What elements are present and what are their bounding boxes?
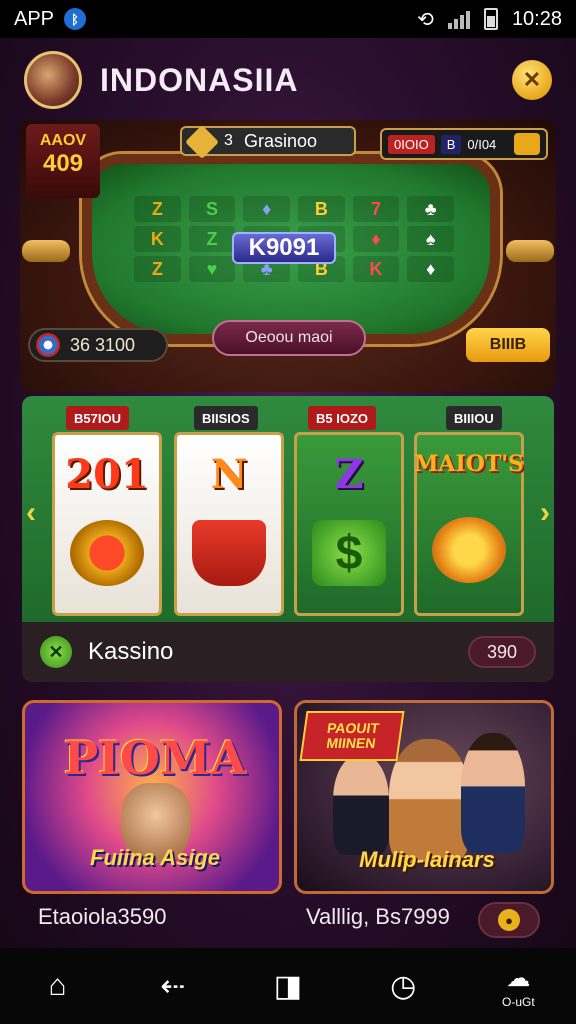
promo-subtitle: Fuiina Asige — [90, 845, 220, 870]
slot-tag: B57IOU — [66, 406, 129, 430]
status-left: APP ᛒ — [14, 7, 87, 31]
cube-icon: ◨ — [273, 969, 303, 1003]
table-symbol: ♦ — [407, 256, 454, 282]
promo-caption-right: Valllig, Bs7999 — [306, 904, 450, 929]
slot-tag: B5 IOZO — [308, 406, 377, 430]
status-right: ⟲ 10:28 — [417, 7, 562, 32]
table-symbol: ♣ — [407, 196, 454, 222]
table-symbol: ♦ — [352, 226, 400, 252]
slot-reel[interactable]: N — [174, 432, 284, 616]
app-header: INDONASIIA ✕ — [0, 38, 576, 122]
promo-action-button[interactable]: ● — [478, 902, 540, 938]
promo-caption-left: Etaoiola3590 — [38, 904, 167, 929]
table-symbol: ♥ — [188, 256, 236, 282]
table-symbol: Z — [134, 256, 181, 282]
slot-reel-title: 201 — [65, 451, 149, 498]
share-icon: ⇠ — [160, 969, 186, 1003]
bottom-navigation: ⌂ ⇠ ◨ ◷ ☁ O-uGt — [0, 948, 576, 1024]
bowl-icon — [192, 520, 266, 586]
person-image — [333, 755, 389, 855]
camera-icon[interactable] — [514, 133, 540, 155]
promo-card-left[interactable]: PIOMA Fuiina Asige — [22, 700, 282, 894]
table-symbol: Z — [134, 196, 181, 222]
corner-badge-line1: AAOV — [39, 132, 87, 149]
table-symbol: Z — [188, 226, 236, 252]
dollar-icon: $ — [312, 520, 386, 586]
chevron-right-icon[interactable]: › — [540, 496, 550, 530]
table-symbol: ♦ — [243, 196, 290, 222]
slot-reel-title: N — [210, 451, 248, 498]
slot-tag: BIISIOS — [194, 406, 258, 430]
kassino-pill[interactable]: 390 — [468, 636, 536, 668]
game-name: Grasinoo — [244, 130, 318, 151]
promo-headline: PIOMA — [63, 731, 247, 785]
slot-reel-title: MAIOT'S — [414, 451, 524, 477]
promo-subtitle: Mulip-Iainars — [359, 847, 495, 872]
settings-coin-button[interactable]: ✕ — [512, 60, 552, 100]
slot-reel[interactable]: MAIOT'S — [414, 432, 524, 616]
coin-balance: 36 3100 — [28, 328, 168, 362]
game-diamond-icon — [185, 125, 219, 159]
x-icon: ✕ — [40, 636, 72, 668]
avatar[interactable] — [24, 51, 82, 109]
corner-badge-line2: 409 — [42, 150, 84, 177]
table-symbol: K — [134, 226, 181, 252]
bluetooth-icon: ᛒ — [64, 8, 87, 30]
clock-icon: ◷ — [390, 969, 417, 1003]
slots-carousel-area: ‹ › B57IOU BIISIOS B5 IOZO BIIIOU 201 N … — [22, 396, 554, 622]
cloud-icon: ☁ — [506, 964, 531, 992]
center-logo: K9091 — [232, 232, 336, 264]
chip-icon — [36, 333, 60, 357]
game-name-pill[interactable]: 3 Grasinoo — [180, 125, 356, 159]
table-symbol: 7 — [352, 196, 400, 222]
table-center-button[interactable]: Oeoou maoi — [212, 320, 366, 356]
home-icon: ⌂ — [48, 969, 67, 1002]
score-a: 0IOIO — [388, 134, 435, 154]
nav-clock[interactable]: ◷ — [373, 956, 433, 1016]
coin-balance-value: 36 3100 — [70, 334, 136, 355]
clock-time: 10:28 — [511, 7, 562, 30]
score-strip: 0IOIO B 0/I04 — [380, 128, 548, 160]
kassino-row[interactable]: ✕ Kassino 390 — [22, 622, 554, 682]
rotate-icon: ⟲ — [417, 8, 434, 31]
slots-carousel: ‹ › B57IOU BIISIOS B5 IOZO BIIIOU 201 N … — [22, 396, 554, 682]
kassino-label: Kassino — [88, 638, 174, 665]
score-b: B — [440, 134, 462, 154]
table-symbol: K — [352, 256, 400, 282]
signal-icon — [447, 9, 470, 29]
slot-reel[interactable]: Z $ — [294, 432, 404, 616]
table-symbol: ♠ — [407, 226, 454, 252]
left-rail-icon — [22, 240, 70, 262]
nav-cube[interactable]: ◨ — [258, 956, 318, 1016]
nav-home[interactable]: ⌂ — [28, 956, 88, 1016]
promo-card-right[interactable]: PAOUIT MIINEN Mulip-Iainars — [294, 700, 554, 894]
coin-icon: ● — [498, 909, 520, 931]
table-symbol: B — [298, 196, 345, 222]
score-c: 0/I04 — [467, 136, 497, 152]
person-image — [461, 733, 525, 853]
nav-cloud[interactable]: ☁ O-uGt — [488, 956, 548, 1016]
app-title: INDONASIIA — [100, 61, 299, 98]
featured-table-game[interactable]: AAOV 409 3 Grasinoo 0IOIO B 0/I04 Z S ♦ B 7 ♣… — [20, 120, 556, 392]
app-label: APP — [14, 7, 55, 30]
slot-tag: BIIIOU — [446, 406, 502, 430]
pouch-icon — [70, 520, 144, 586]
battery-icon — [483, 8, 498, 30]
slot-reel[interactable]: 201 — [52, 432, 162, 616]
table-action-button[interactable]: BIIIB — [466, 328, 550, 362]
corner-badge: AAOV 409 — [26, 124, 100, 198]
nav-share[interactable]: ⇠ — [143, 956, 203, 1016]
promo-badge: PAOUIT MIINEN — [299, 711, 405, 761]
game-icon-number: 3 — [224, 132, 233, 149]
status-bar: APP ᛒ ⟲ 10:28 — [0, 0, 576, 38]
lion-icon — [432, 517, 506, 583]
table-symbol: S — [188, 196, 236, 222]
nav-cloud-caption: O-uGt — [502, 994, 535, 1009]
chevron-left-icon[interactable]: ‹ — [26, 496, 36, 530]
person-image — [389, 739, 469, 863]
slot-reel-title: Z — [334, 451, 364, 498]
right-rail-icon — [506, 240, 554, 262]
